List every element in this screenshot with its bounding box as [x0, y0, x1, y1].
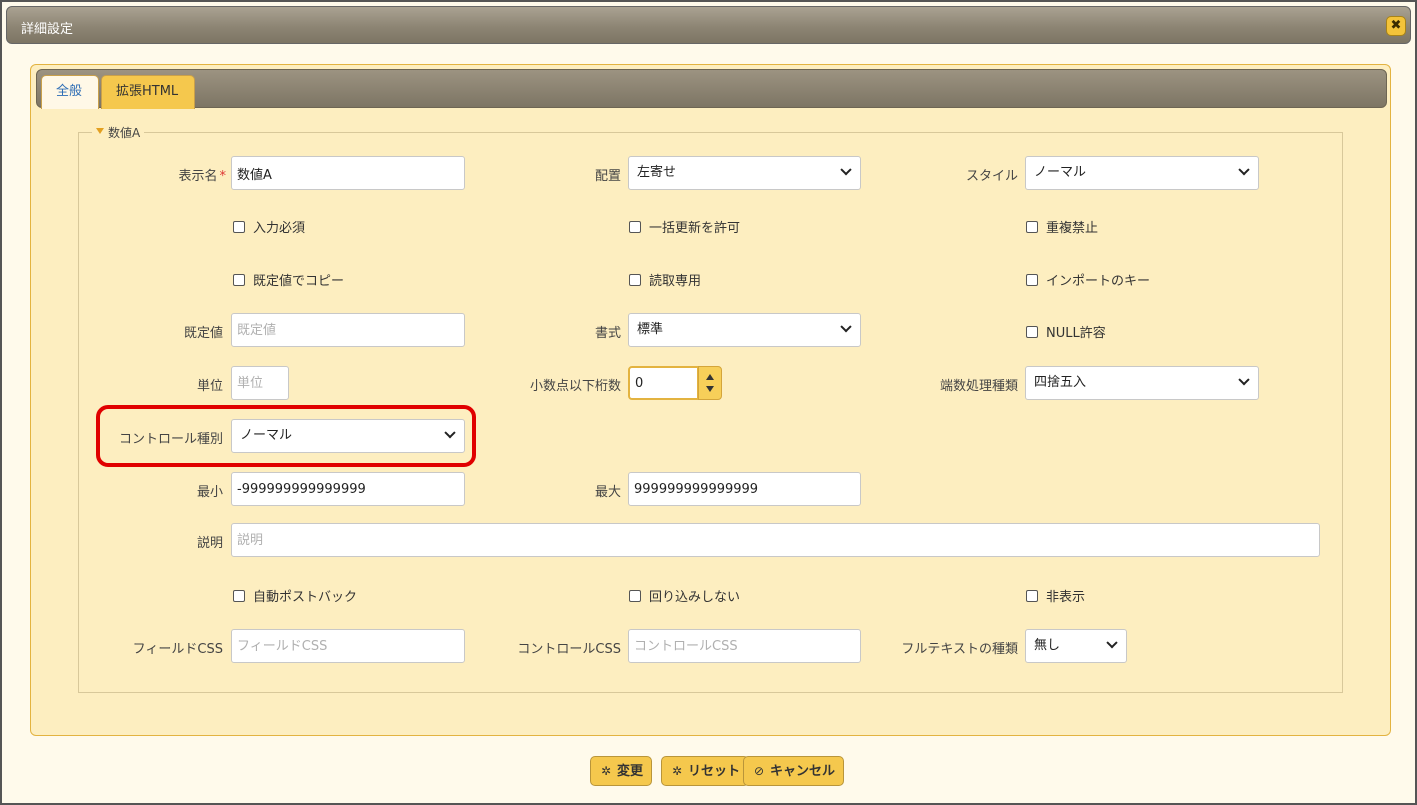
decimal-places-stepper — [698, 366, 722, 400]
change-button[interactable]: ✲ 変更 — [590, 756, 653, 786]
unit-input[interactable] — [231, 366, 289, 400]
tab-bar: 全般 拡張HTML — [36, 69, 1387, 109]
collapse-triangle-icon — [96, 127, 104, 134]
ban-icon: ⊘ — [753, 764, 765, 778]
description-input[interactable] — [231, 523, 1320, 557]
format-select[interactable]: 標準 — [628, 313, 861, 347]
required-checkbox[interactable]: 入力必須 — [233, 217, 305, 236]
no-duplicates-checkbox[interactable]: 重複禁止 — [1026, 217, 1098, 236]
chevron-down-icon — [444, 427, 456, 439]
spin-down-icon[interactable] — [706, 386, 714, 392]
unit-label: 単位 — [196, 379, 223, 394]
dialog-title: 詳細設定 — [21, 22, 74, 37]
control-type-label: コントロール種別 — [118, 432, 223, 447]
tab-extended-html[interactable]: 拡張HTML — [101, 75, 195, 109]
display-name-label: 表示名 * — [178, 169, 227, 184]
fulltext-type-label: フルテキストの種類 — [901, 642, 1018, 657]
import-key-checkbox[interactable]: インポートのキー — [1026, 270, 1150, 289]
hidden-checkbox[interactable]: 非表示 — [1026, 586, 1085, 605]
max-label: 最大 — [594, 485, 621, 500]
gear-icon: ✲ — [600, 764, 612, 778]
section-title: 数値A — [108, 126, 141, 140]
tab-general[interactable]: 全般 — [41, 75, 99, 109]
chevron-down-icon — [840, 321, 852, 333]
required-mark: * — [219, 169, 227, 184]
chevron-down-icon — [840, 164, 852, 176]
format-label: 書式 — [594, 326, 621, 341]
control-type-select[interactable]: ノーマル — [231, 419, 465, 453]
max-input[interactable] — [628, 472, 861, 506]
close-icon[interactable]: ✖ — [1386, 16, 1406, 36]
display-name-input[interactable] — [231, 156, 465, 190]
no-wrap-checkbox[interactable]: 回り込みしない — [629, 586, 740, 605]
read-only-checkbox[interactable]: 読取専用 — [629, 270, 701, 289]
chevron-down-icon — [1238, 374, 1250, 386]
auto-postback-checkbox[interactable]: 自動ポストバック — [233, 586, 357, 605]
chevron-down-icon — [1238, 164, 1250, 176]
allow-bulk-update-checkbox[interactable]: 一括更新を許可 — [629, 217, 740, 236]
spin-up-icon[interactable] — [706, 374, 714, 380]
decimal-places-label: 小数点以下桁数 — [529, 379, 621, 394]
control-css-label: コントロールCSS — [517, 642, 621, 657]
reset-button[interactable]: ✲ リセット — [661, 756, 750, 786]
style-label: スタイル — [965, 169, 1018, 184]
chevron-down-icon — [1106, 637, 1118, 649]
dialog-titlebar[interactable]: 詳細設定 ✖ — [6, 6, 1411, 44]
alignment-select[interactable]: 左寄せ — [628, 156, 861, 190]
style-select[interactable]: ノーマル — [1025, 156, 1259, 190]
description-label: 説明 — [196, 536, 223, 551]
control-css-input[interactable] — [628, 629, 861, 663]
fulltext-type-select[interactable]: 無し — [1025, 629, 1127, 663]
decimal-places-input[interactable] — [628, 366, 699, 400]
section-toggle[interactable]: 数値A — [92, 124, 145, 141]
settings-dialog: 詳細設定 ✖ 全般 拡張HTML 数値A 表示名* 配置 左寄せ スタイル ノー… — [0, 0, 1417, 805]
copy-default-checkbox[interactable]: 既定値でコピー — [233, 270, 344, 289]
alignment-label: 配置 — [594, 169, 621, 184]
min-input[interactable] — [231, 472, 465, 506]
cancel-button[interactable]: ⊘ キャンセル — [743, 756, 845, 786]
gear-icon: ✲ — [671, 764, 683, 778]
rounding-label: 端数処理種類 — [939, 379, 1018, 394]
allow-null-checkbox[interactable]: NULL許容 — [1026, 322, 1106, 341]
field-css-label: フィールドCSS — [132, 642, 223, 657]
default-value-input[interactable] — [231, 313, 465, 347]
min-label: 最小 — [196, 485, 223, 500]
rounding-select[interactable]: 四捨五入 — [1025, 366, 1259, 400]
field-css-input[interactable] — [231, 629, 465, 663]
default-value-label: 既定値 — [183, 326, 223, 341]
